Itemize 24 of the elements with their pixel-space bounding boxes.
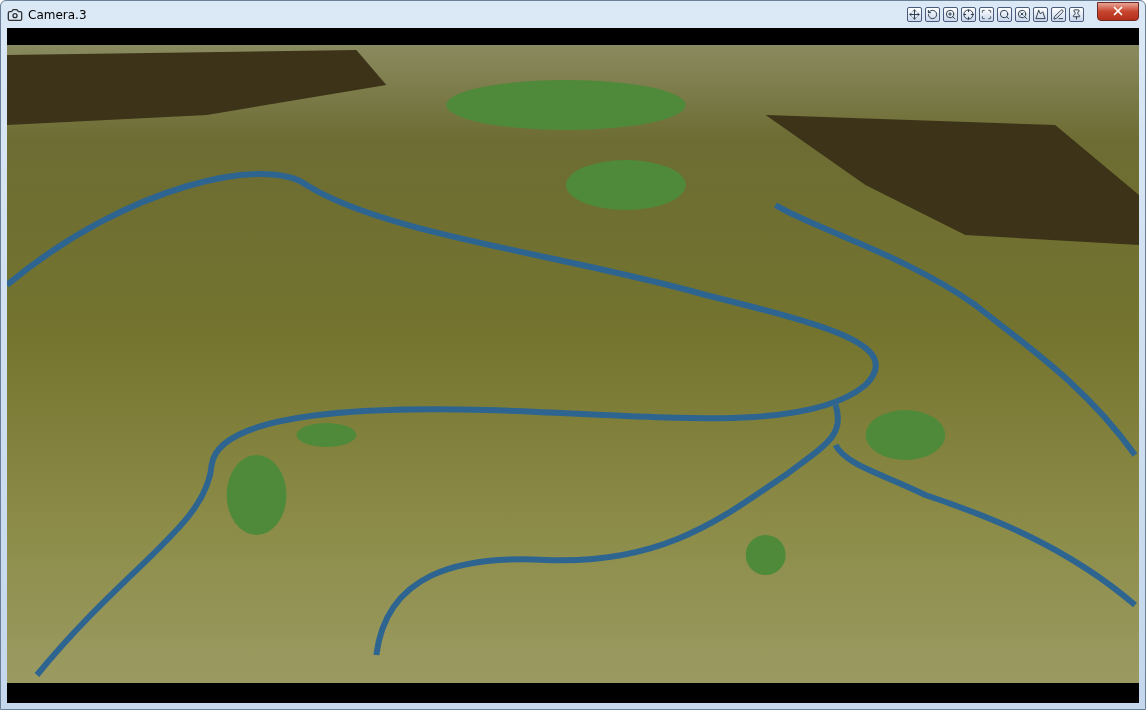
pen-icon [1053,9,1064,20]
rotate-icon [927,9,938,20]
zoom-area-button[interactable] [979,7,994,22]
window-title: Camera.3 [28,7,87,22]
draw-button[interactable] [1051,7,1066,22]
crosshair-icon [963,9,974,20]
frame-icon [981,9,992,20]
magnifier-icon [999,9,1010,20]
zoom-button[interactable] [997,7,1012,22]
landscape-button[interactable] [1033,7,1048,22]
rotate-button[interactable] [925,7,940,22]
zoom-in-icon [945,9,956,20]
center-button[interactable] [961,7,976,22]
mountain-icon [1035,9,1046,20]
magnifier-x-icon [1017,9,1028,20]
pan-button[interactable] [907,7,922,22]
close-button[interactable] [1097,1,1139,21]
pin-button[interactable] [1069,7,1084,22]
pin-icon [1071,9,1082,20]
zoom-out-button[interactable] [1015,7,1030,22]
zoom-in-button[interactable] [943,7,958,22]
close-icon [1111,4,1125,18]
camera-icon [7,6,23,23]
move-icon [909,9,920,20]
